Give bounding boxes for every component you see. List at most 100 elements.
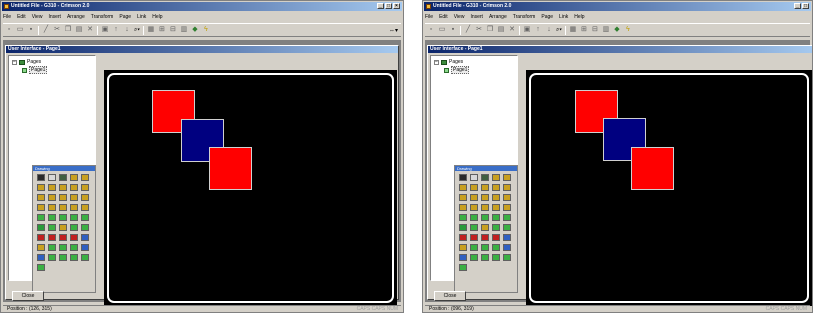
palette-tool-icon[interactable]	[481, 204, 489, 211]
palette-tool-icon[interactable]	[470, 194, 478, 201]
palette-tool-icon[interactable]	[70, 194, 78, 201]
palette-tool-icon[interactable]	[59, 224, 67, 231]
maximize-button[interactable]: □	[385, 3, 392, 9]
properties-icon[interactable]: ▣	[523, 26, 531, 34]
palette-tool-icon[interactable]	[459, 244, 467, 251]
menu-transform[interactable]: Transform	[91, 14, 114, 20]
menu-transform[interactable]: Transform	[513, 14, 536, 20]
palette-tool-icon[interactable]	[70, 214, 78, 221]
up-arrow-icon[interactable]: ↑	[534, 26, 542, 34]
palette-tool-icon[interactable]	[48, 214, 56, 221]
palette-tool-icon[interactable]	[492, 174, 500, 181]
palette-tool-icon[interactable]	[37, 264, 45, 271]
menu-link[interactable]: Link	[559, 14, 568, 20]
palette-tool-icon[interactable]	[81, 184, 89, 191]
menu-help[interactable]: Help	[152, 14, 162, 20]
palette-tool-icon[interactable]	[503, 204, 511, 211]
palette-tool-icon[interactable]	[81, 254, 89, 261]
palette-tool-icon[interactable]	[81, 224, 89, 231]
palette-tool-icon[interactable]	[70, 184, 78, 191]
cut-icon[interactable]: ✂	[475, 26, 483, 34]
menu-help[interactable]: Help	[574, 14, 584, 20]
palette-tool-icon[interactable]	[503, 224, 511, 231]
palette-tool-icon[interactable]	[70, 224, 78, 231]
palette-tool-icon[interactable]	[481, 174, 489, 181]
palette-tool-icon[interactable]	[470, 254, 478, 261]
palette-tool-icon[interactable]	[37, 174, 45, 181]
delete-icon[interactable]: ✕	[86, 26, 94, 34]
palette-tool-icon[interactable]	[37, 244, 45, 251]
palette-tool-icon[interactable]	[470, 204, 478, 211]
palette-tool-icon[interactable]	[48, 234, 56, 241]
tag-icon[interactable]: ◆	[613, 26, 621, 34]
palette-tool-icon[interactable]	[459, 264, 467, 271]
palette-tool-icon[interactable]	[37, 234, 45, 241]
menu-arrange[interactable]: Arrange	[489, 14, 507, 20]
palette-tool-icon[interactable]	[481, 224, 489, 231]
zoom-dropdown[interactable]: ⌕▾	[556, 27, 562, 34]
paste-icon[interactable]: ▤	[497, 26, 505, 34]
palette-tool-icon[interactable]	[459, 194, 467, 201]
palette-tool-icon[interactable]	[48, 244, 56, 251]
palette-tool-icon[interactable]	[503, 254, 511, 261]
palette-tool-icon[interactable]	[48, 224, 56, 231]
open-folder-icon[interactable]: ▭	[16, 26, 24, 34]
lightning-icon[interactable]: ϟ	[624, 26, 632, 34]
palette-tool-icon[interactable]	[48, 254, 56, 261]
palette-tool-icon[interactable]	[459, 214, 467, 221]
close-window-button[interactable]: ×	[393, 3, 400, 9]
grid-icon[interactable]: ▦	[569, 26, 577, 34]
palette-tool-icon[interactable]	[81, 214, 89, 221]
menu-view[interactable]: View	[454, 14, 465, 20]
palette-tool-icon[interactable]	[48, 194, 56, 201]
palette-tool-icon[interactable]	[459, 184, 467, 191]
palette-tool-icon[interactable]	[492, 184, 500, 191]
palette-tool-icon[interactable]	[70, 244, 78, 251]
palette-tool-icon[interactable]	[81, 244, 89, 251]
palette-tool-icon[interactable]	[81, 174, 89, 181]
palette-tool-icon[interactable]	[492, 244, 500, 251]
palette-tool-icon[interactable]	[59, 214, 67, 221]
palette-tool-icon[interactable]	[481, 244, 489, 251]
tree-node-page1[interactable]: Page1	[22, 66, 48, 74]
palette-tool-icon[interactable]	[492, 234, 500, 241]
red-square-bottom[interactable]	[209, 147, 252, 190]
palette-tool-icon[interactable]	[503, 234, 511, 241]
save-icon[interactable]: ▪	[449, 26, 457, 34]
tag-icon[interactable]: ◆	[191, 26, 199, 34]
menu-insert[interactable]: Insert	[470, 14, 483, 20]
tree-node-pages[interactable]: − Pages	[434, 59, 463, 65]
down-arrow-icon[interactable]: ↓	[123, 26, 131, 34]
palette-tool-icon[interactable]	[470, 224, 478, 231]
pen-icon[interactable]: ╱	[42, 26, 50, 34]
menu-link[interactable]: Link	[137, 14, 146, 20]
palette-tool-icon[interactable]	[37, 194, 45, 201]
palette-tool-icon[interactable]	[37, 184, 45, 191]
palette-tool-icon[interactable]	[70, 174, 78, 181]
paste-icon[interactable]: ▤	[75, 26, 83, 34]
open-folder-icon[interactable]: ▭	[438, 26, 446, 34]
palette-tool-icon[interactable]	[470, 214, 478, 221]
collapse-icon[interactable]: −	[12, 59, 17, 65]
up-arrow-icon[interactable]: ↑	[112, 26, 120, 34]
palette-tool-icon[interactable]	[59, 254, 67, 261]
palette-tool-icon[interactable]	[470, 244, 478, 251]
menu-file[interactable]: File	[425, 14, 433, 20]
red-square-bottom[interactable]	[631, 147, 674, 190]
align-icon[interactable]: ⊞	[158, 26, 166, 34]
palette-tool-icon[interactable]	[81, 204, 89, 211]
properties-icon[interactable]: ▣	[101, 26, 109, 34]
palette-tool-icon[interactable]	[37, 214, 45, 221]
palette-tool-icon[interactable]	[81, 234, 89, 241]
palette-tool-icon[interactable]	[492, 224, 500, 231]
tree-node-pages[interactable]: − Pages	[12, 59, 41, 65]
palette-tool-icon[interactable]	[503, 174, 511, 181]
menu-arrange[interactable]: Arrange	[67, 14, 85, 20]
palette-tool-icon[interactable]	[492, 194, 500, 201]
design-canvas[interactable]	[104, 70, 397, 306]
collapse-icon[interactable]: −	[434, 59, 439, 65]
menu-edit[interactable]: Edit	[17, 14, 26, 20]
palette-tool-icon[interactable]	[503, 214, 511, 221]
align-icon[interactable]: ⊞	[580, 26, 588, 34]
palette-tool-icon[interactable]	[70, 254, 78, 261]
